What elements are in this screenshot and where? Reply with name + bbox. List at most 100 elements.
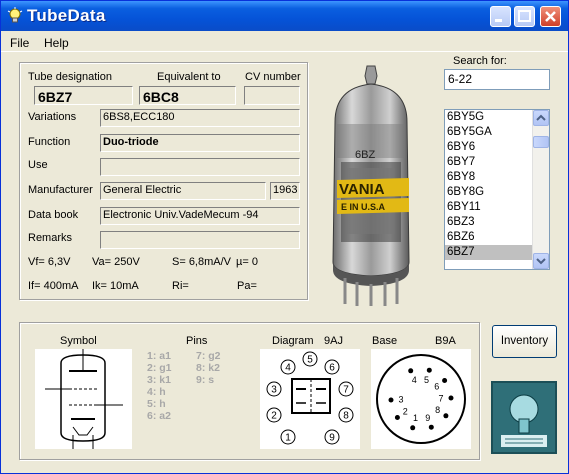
photo-brand-text: VANIA [339, 181, 385, 198]
base-code: B9A [435, 335, 456, 347]
base-pin-dot [410, 425, 416, 431]
scroll-up-button[interactable] [533, 110, 549, 126]
pin-number: 9 [329, 433, 335, 444]
close-icon [545, 11, 556, 22]
minimize-button[interactable] [490, 6, 511, 27]
vf-value: Vf= 6,3V [28, 256, 71, 268]
pin-number: 8 [343, 411, 349, 422]
databook-field[interactable]: Electronic Univ.VadeMecum -94 [100, 207, 300, 225]
inventory-button-label: Inventory [500, 335, 549, 347]
pin-diagram: 12 34 5 67 89 [260, 349, 360, 449]
pin-assignment: 7: g2 [196, 350, 221, 362]
year-field[interactable]: 1963 [270, 182, 300, 200]
variations-label: Variations [28, 111, 77, 123]
title-bar[interactable]: TubeData [1, 1, 568, 31]
base-pin-dot [442, 378, 448, 383]
base-pin-number: 4 [412, 375, 417, 385]
va-value: Va= 250V [92, 256, 140, 268]
manufacturer-label: Manufacturer [28, 184, 93, 196]
mu-value: µ= 0 [236, 256, 258, 268]
databook-label: Data book [28, 209, 79, 221]
main-window: TubeData File Help Tube designation Equi… [0, 0, 569, 474]
pins-label: Pins [186, 335, 208, 347]
list-scrollbar[interactable] [532, 110, 549, 269]
base-pin-number: 2 [403, 406, 408, 416]
function-label: Function [28, 136, 71, 148]
menu-bar: File Help [1, 32, 568, 52]
base-pin-number: 7 [438, 393, 443, 403]
pin-assignment: 5: h [147, 398, 166, 410]
base-pin-dot [388, 397, 394, 403]
photo-type-text: 6BZ [355, 149, 375, 161]
triode-symbol [45, 349, 123, 449]
pin-number: 5 [307, 355, 313, 366]
menu-help[interactable]: Help [44, 36, 69, 50]
close-button[interactable] [540, 6, 561, 27]
maximize-icon [518, 10, 531, 22]
base-label: Base [372, 335, 398, 347]
base-pin-dot [428, 424, 434, 430]
base-pin-dot [394, 415, 400, 420]
equivalent-field[interactable]: 6BC8 [139, 86, 236, 105]
manufacturer-field[interactable]: General Electric [100, 182, 266, 200]
base-diagram: 4567 89123 [371, 349, 471, 449]
cv-field[interactable] [244, 86, 300, 105]
app-logo [491, 381, 557, 454]
pin-number: 2 [271, 411, 277, 422]
pin-assignment: 9: s [196, 374, 215, 386]
pins-list-left: 1: a1 2: g1 3: k1 4: h 5: h 6: a2 [147, 350, 172, 422]
use-label: Use [28, 159, 48, 171]
designation-field[interactable]: 6BZ7 [34, 86, 133, 105]
search-input[interactable]: 6-22 [444, 69, 550, 90]
pa-value: Pa= [237, 280, 257, 292]
pin-assignment: 6: a2 [147, 410, 171, 422]
diagram-label: Diagram [272, 335, 314, 347]
pin-assignment: 1: a1 [147, 350, 171, 362]
scroll-thumb[interactable] [533, 136, 549, 148]
pin-assignment: 4: h [147, 386, 166, 398]
base-pin-number: 8 [435, 405, 440, 415]
base-pin-dot [408, 368, 414, 374]
maximize-button[interactable] [514, 6, 535, 27]
use-field[interactable] [100, 158, 300, 176]
s-value: S= 6,8mA/V [172, 256, 232, 268]
chevron-up-icon [536, 114, 546, 121]
pin-number: 3 [271, 385, 277, 396]
pin-number: 6 [329, 363, 335, 374]
photo-country-text: E IN U.S.A [341, 202, 386, 212]
base-pin-number: 3 [398, 395, 403, 405]
cv-label: CV number [245, 71, 301, 83]
base-pin-dot [443, 413, 449, 419]
remarks-field[interactable] [100, 231, 300, 249]
base-pin-number: 9 [425, 413, 430, 423]
designation-label: Tube designation [28, 71, 112, 83]
function-field[interactable]: Duo-triode [100, 134, 300, 152]
base-pin-number: 5 [424, 375, 429, 385]
base-pin-dot [448, 395, 454, 401]
inventory-button[interactable]: Inventory [492, 325, 557, 358]
tube-photo: 6BZ VANIA E IN U.S.A [317, 62, 431, 306]
tube-list[interactable]: 6BY5G 6BY5GA 6BY6 6BY7 6BY8 6BY8G 6BY11 6BZ3 6BZ… [444, 109, 550, 270]
base-pin-number: 6 [434, 382, 439, 392]
lightbulb-icon [7, 7, 23, 23]
pin-assignment: 3: k1 [147, 374, 171, 386]
base-pin-number: 1 [413, 413, 418, 423]
remarks-label: Remarks [28, 232, 73, 244]
variations-field[interactable]: 6BS8,ECC180 [100, 109, 300, 127]
if-value: If= 400mA [28, 280, 79, 292]
pin-number: 1 [285, 433, 291, 444]
symbol-diagram [35, 349, 132, 449]
pins-list-right: 7: g2 8: k2 9: s [196, 350, 221, 386]
menu-file[interactable]: File [10, 36, 29, 50]
scroll-down-button[interactable] [533, 253, 549, 269]
pin-diagram-drawing: 12 34 5 67 89 [266, 351, 354, 445]
ik-value: Ik= 10mA [92, 280, 139, 292]
minimize-icon [495, 19, 502, 22]
ri-value: Ri= [172, 280, 189, 292]
chevron-down-icon [536, 258, 546, 265]
window-title: TubeData [27, 6, 106, 25]
pin-assignment: 8: k2 [196, 362, 220, 374]
equivalent-label: Equivalent to [157, 71, 221, 83]
pin-number: 7 [343, 385, 349, 396]
search-label: Search for: [453, 55, 507, 67]
